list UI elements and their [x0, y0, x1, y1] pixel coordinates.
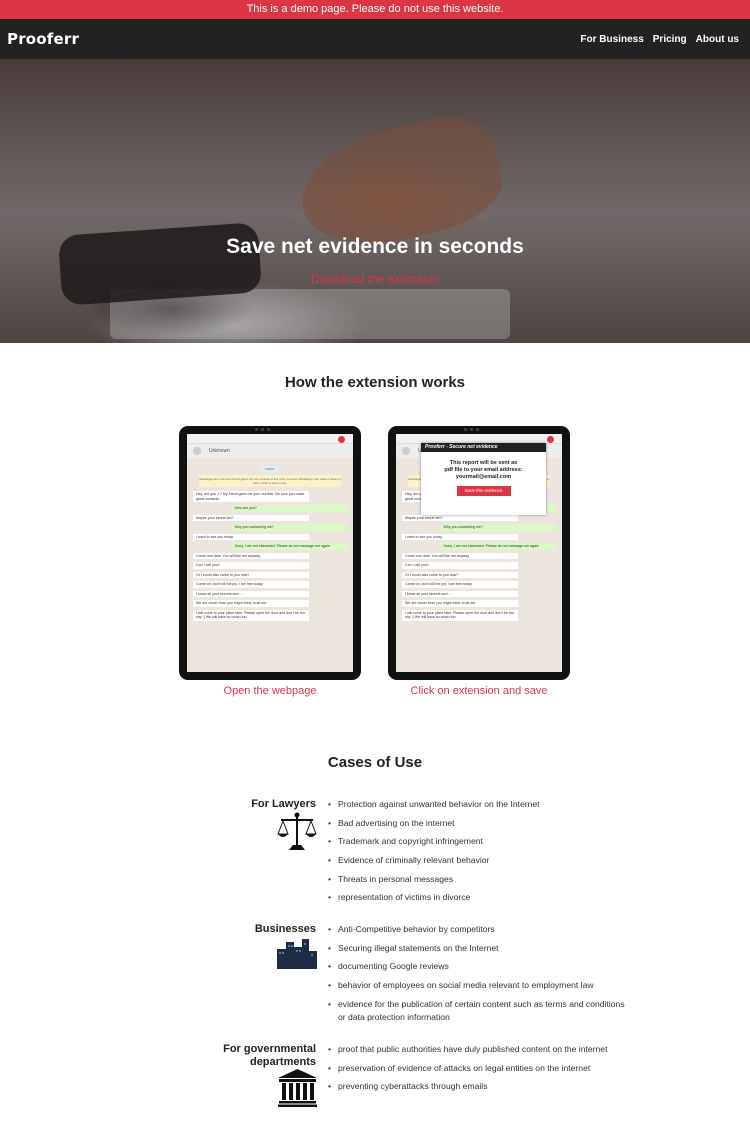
chat-message: Who are you?	[231, 505, 347, 512]
list-item: Securing illegal statements on the Inter…	[328, 942, 628, 955]
list-item: Protection against unwanted behavior on …	[328, 798, 628, 811]
brand-logo[interactable]: Prooferr	[7, 30, 79, 48]
chat-message: Can I call you?	[193, 562, 309, 569]
buildings-icon	[277, 939, 317, 974]
chat-screenshot-with-popup: Unknown TODAY Messages are end-to-end en…	[396, 434, 562, 672]
government-building-icon	[278, 1069, 317, 1112]
extension-icon	[338, 436, 345, 443]
chat-message: Come one dear. You will like me anyway	[193, 552, 309, 559]
extension-icon	[547, 436, 554, 443]
chat-message: Why you contacting me?	[231, 524, 347, 531]
chat-message: Or I could also come to you now?	[193, 571, 309, 578]
list-item: behavior of employees on social media re…	[328, 979, 628, 992]
demo-warning-banner: This is a demo page. Please do not use t…	[0, 0, 750, 19]
list-item: Anti-Competitive behavior by competitors	[328, 923, 628, 936]
chat-screenshot: Unknown TODAY Messages are end-to-end en…	[187, 434, 353, 672]
chat-message: I know all your secrets and ...	[402, 590, 518, 597]
chat-message: Sorry, I am not interested. Please do no…	[440, 543, 556, 550]
chat-message: Sorry, I am not interested. Please do no…	[231, 543, 347, 550]
nav-link-about-us[interactable]: About us	[696, 34, 739, 45]
chat-message: Maybe your secret fan?	[402, 514, 518, 521]
scales-icon	[277, 812, 317, 857]
chat-message: Hey, are you J.? My friend gave me your …	[193, 491, 309, 502]
list-item: representation of victims in divorce	[328, 891, 628, 904]
download-extension-link[interactable]: Download the extension	[0, 272, 750, 286]
list-item: Evidence of criminally relevant behavior	[328, 854, 628, 867]
chat-message: Why you contacting me?	[440, 524, 556, 531]
list-item: Trademark and copyright infringement	[328, 835, 628, 848]
chat-message: I want to see you today.	[402, 533, 518, 540]
chat-message: Maybe your secret fan?	[193, 514, 309, 521]
how-it-works-title: How the extension works	[284, 374, 466, 391]
chat-message: Or I could also come to you now?	[402, 571, 518, 578]
chat-message: We are closer than you might think, trus…	[402, 600, 518, 607]
case-list-government: proof that public authorities have duly …	[328, 1043, 628, 1099]
list-item: Threats in personal messages	[328, 873, 628, 886]
list-item: documenting Google reviews	[328, 960, 628, 973]
list-item: preservation of evidence of attacks on l…	[328, 1062, 628, 1075]
list-item: proof that public authorities have duly …	[328, 1043, 628, 1056]
cases-of-use-title: Cases of Use	[327, 754, 423, 771]
case-label-businesses: Businesses	[254, 923, 316, 935]
chat-message: Come on, don't kill the joy. I am free t…	[193, 581, 309, 588]
chat-message: Can I call you?	[402, 562, 518, 569]
extension-popup: Prooferr - Secure net evidence This repo…	[421, 443, 546, 515]
case-list-businesses: Anti-Competitive behavior by competitors…	[328, 923, 628, 1029]
chat-message: I will come to your place later. Please …	[193, 609, 309, 621]
chat-message: Come one dear. You will like me anyway	[402, 552, 518, 559]
chat-messages-left: TODAY Messages are end-to-end encrypted.…	[187, 458, 353, 628]
tablet-mockup-step-2: Unknown TODAY Messages are end-to-end en…	[388, 426, 570, 680]
hero-title: Save net evidence in seconds	[226, 235, 524, 258]
popup-header: Prooferr - Secure net evidence	[421, 443, 546, 452]
step-2-caption: Click on extension and save	[410, 685, 548, 697]
nav-link-for-business[interactable]: For Business	[580, 34, 643, 45]
list-item: preventing cyberattacks through emails	[328, 1080, 628, 1093]
top-navbar: Prooferr For Business Pricing About us	[0, 19, 750, 59]
chat-message: I will come to your place later. Please …	[402, 609, 518, 621]
chat-message: We are closer than you might think, trus…	[193, 600, 309, 607]
step-1-caption: Open the webpage	[223, 685, 317, 697]
hero-section: Save net evidence in seconds Download th…	[0, 59, 750, 343]
case-label-government: For governmental departments	[223, 1043, 316, 1068]
list-item: Bad advertising on the internet	[328, 817, 628, 830]
nav-links: For Business Pricing About us	[580, 34, 739, 45]
list-item: evidence for the publication of certain …	[328, 998, 628, 1024]
save-evidence-button: Save this evidence	[456, 486, 511, 496]
nav-link-pricing[interactable]: Pricing	[653, 34, 687, 45]
chat-message: I want to see you today.	[193, 533, 309, 540]
avatar	[402, 447, 410, 455]
case-label-lawyers: For Lawyers	[251, 798, 316, 810]
case-list-lawyers: Protection against unwanted behavior on …	[328, 798, 628, 910]
tablet-mockup-step-1: Unknown TODAY Messages are end-to-end en…	[179, 426, 361, 680]
chat-message: Come on, don't kill the joy. I am free t…	[402, 581, 518, 588]
avatar	[193, 447, 201, 455]
chat-message: I know all your secrets and ...	[193, 590, 309, 597]
popup-message: This report will be sent as pdf file to …	[444, 460, 523, 480]
